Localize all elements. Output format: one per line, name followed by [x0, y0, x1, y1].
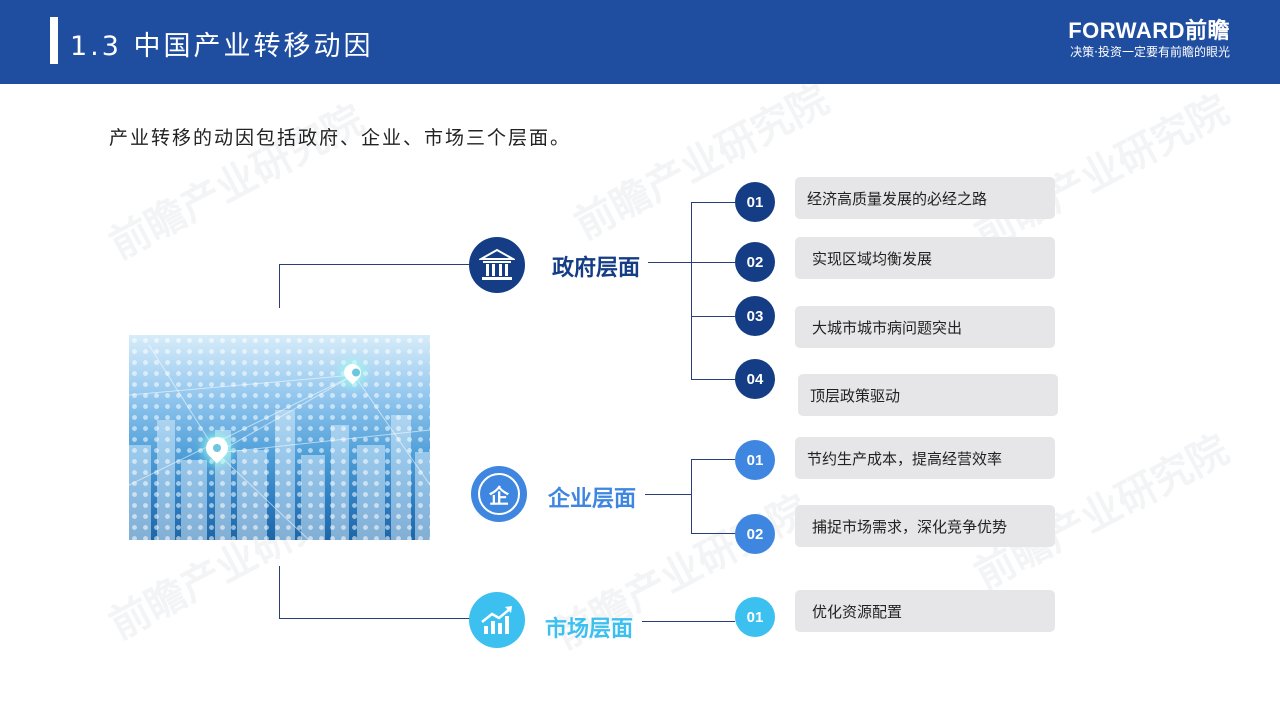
- government-building-icon: [469, 237, 525, 293]
- reason-item: 捕捉市场需求，深化竞争优势: [795, 505, 1055, 547]
- watermark: 前瞻产业研究院: [567, 76, 837, 249]
- item-number-badge: 01: [735, 182, 775, 222]
- title-accent-bar: [50, 17, 58, 64]
- reason-item: 大城市城市病问题突出: [795, 306, 1055, 348]
- reason-item: 实现区域均衡发展: [795, 237, 1055, 279]
- item-number-badge: 01: [735, 440, 775, 480]
- reason-item: 经济高质量发展的必经之路: [795, 177, 1055, 219]
- category-label-government: 政府层面: [552, 256, 641, 281]
- reason-item: 顶层政策驱动: [798, 374, 1058, 416]
- intro-text: 产业转移的动因包括政府、企业、市场三个层面。: [109, 127, 572, 149]
- reason-item: 节约生产成本，提高经营效率: [795, 437, 1055, 479]
- logo-slogan: 决策·投资一定要有前瞻的眼光: [1070, 45, 1230, 59]
- logo-brand: FORWARD前瞻: [1068, 18, 1230, 43]
- item-number-badge: 01: [735, 597, 775, 637]
- item-number-badge: 04: [735, 359, 775, 399]
- market-growth-chart-icon: [469, 592, 525, 648]
- enterprise-icon-glyph: 企: [489, 483, 509, 508]
- item-number-badge: 02: [735, 514, 775, 554]
- page-title: 1.3 中国产业转移动因: [70, 31, 374, 62]
- forward-logo: FORWARD前瞻 决策·投资一定要有前瞻的眼光: [1060, 18, 1230, 60]
- category-label-market: 市场层面: [545, 617, 634, 642]
- city-network-image: [129, 335, 430, 540]
- header-bar: 1.3 中国产业转移动因 FORWARD前瞻 决策·投资一定要有前瞻的眼光: [0, 0, 1280, 84]
- item-number-badge: 02: [735, 242, 775, 282]
- watermark: 前瞻产业研究院: [102, 96, 372, 269]
- category-label-enterprise: 企业层面: [548, 487, 637, 512]
- watermark: 前瞻产业研究院: [967, 86, 1237, 259]
- enterprise-icon: 企: [471, 466, 527, 522]
- item-number-badge: 03: [735, 296, 775, 336]
- reason-item: 优化资源配置: [795, 590, 1055, 632]
- network-lines: [129, 344, 430, 540]
